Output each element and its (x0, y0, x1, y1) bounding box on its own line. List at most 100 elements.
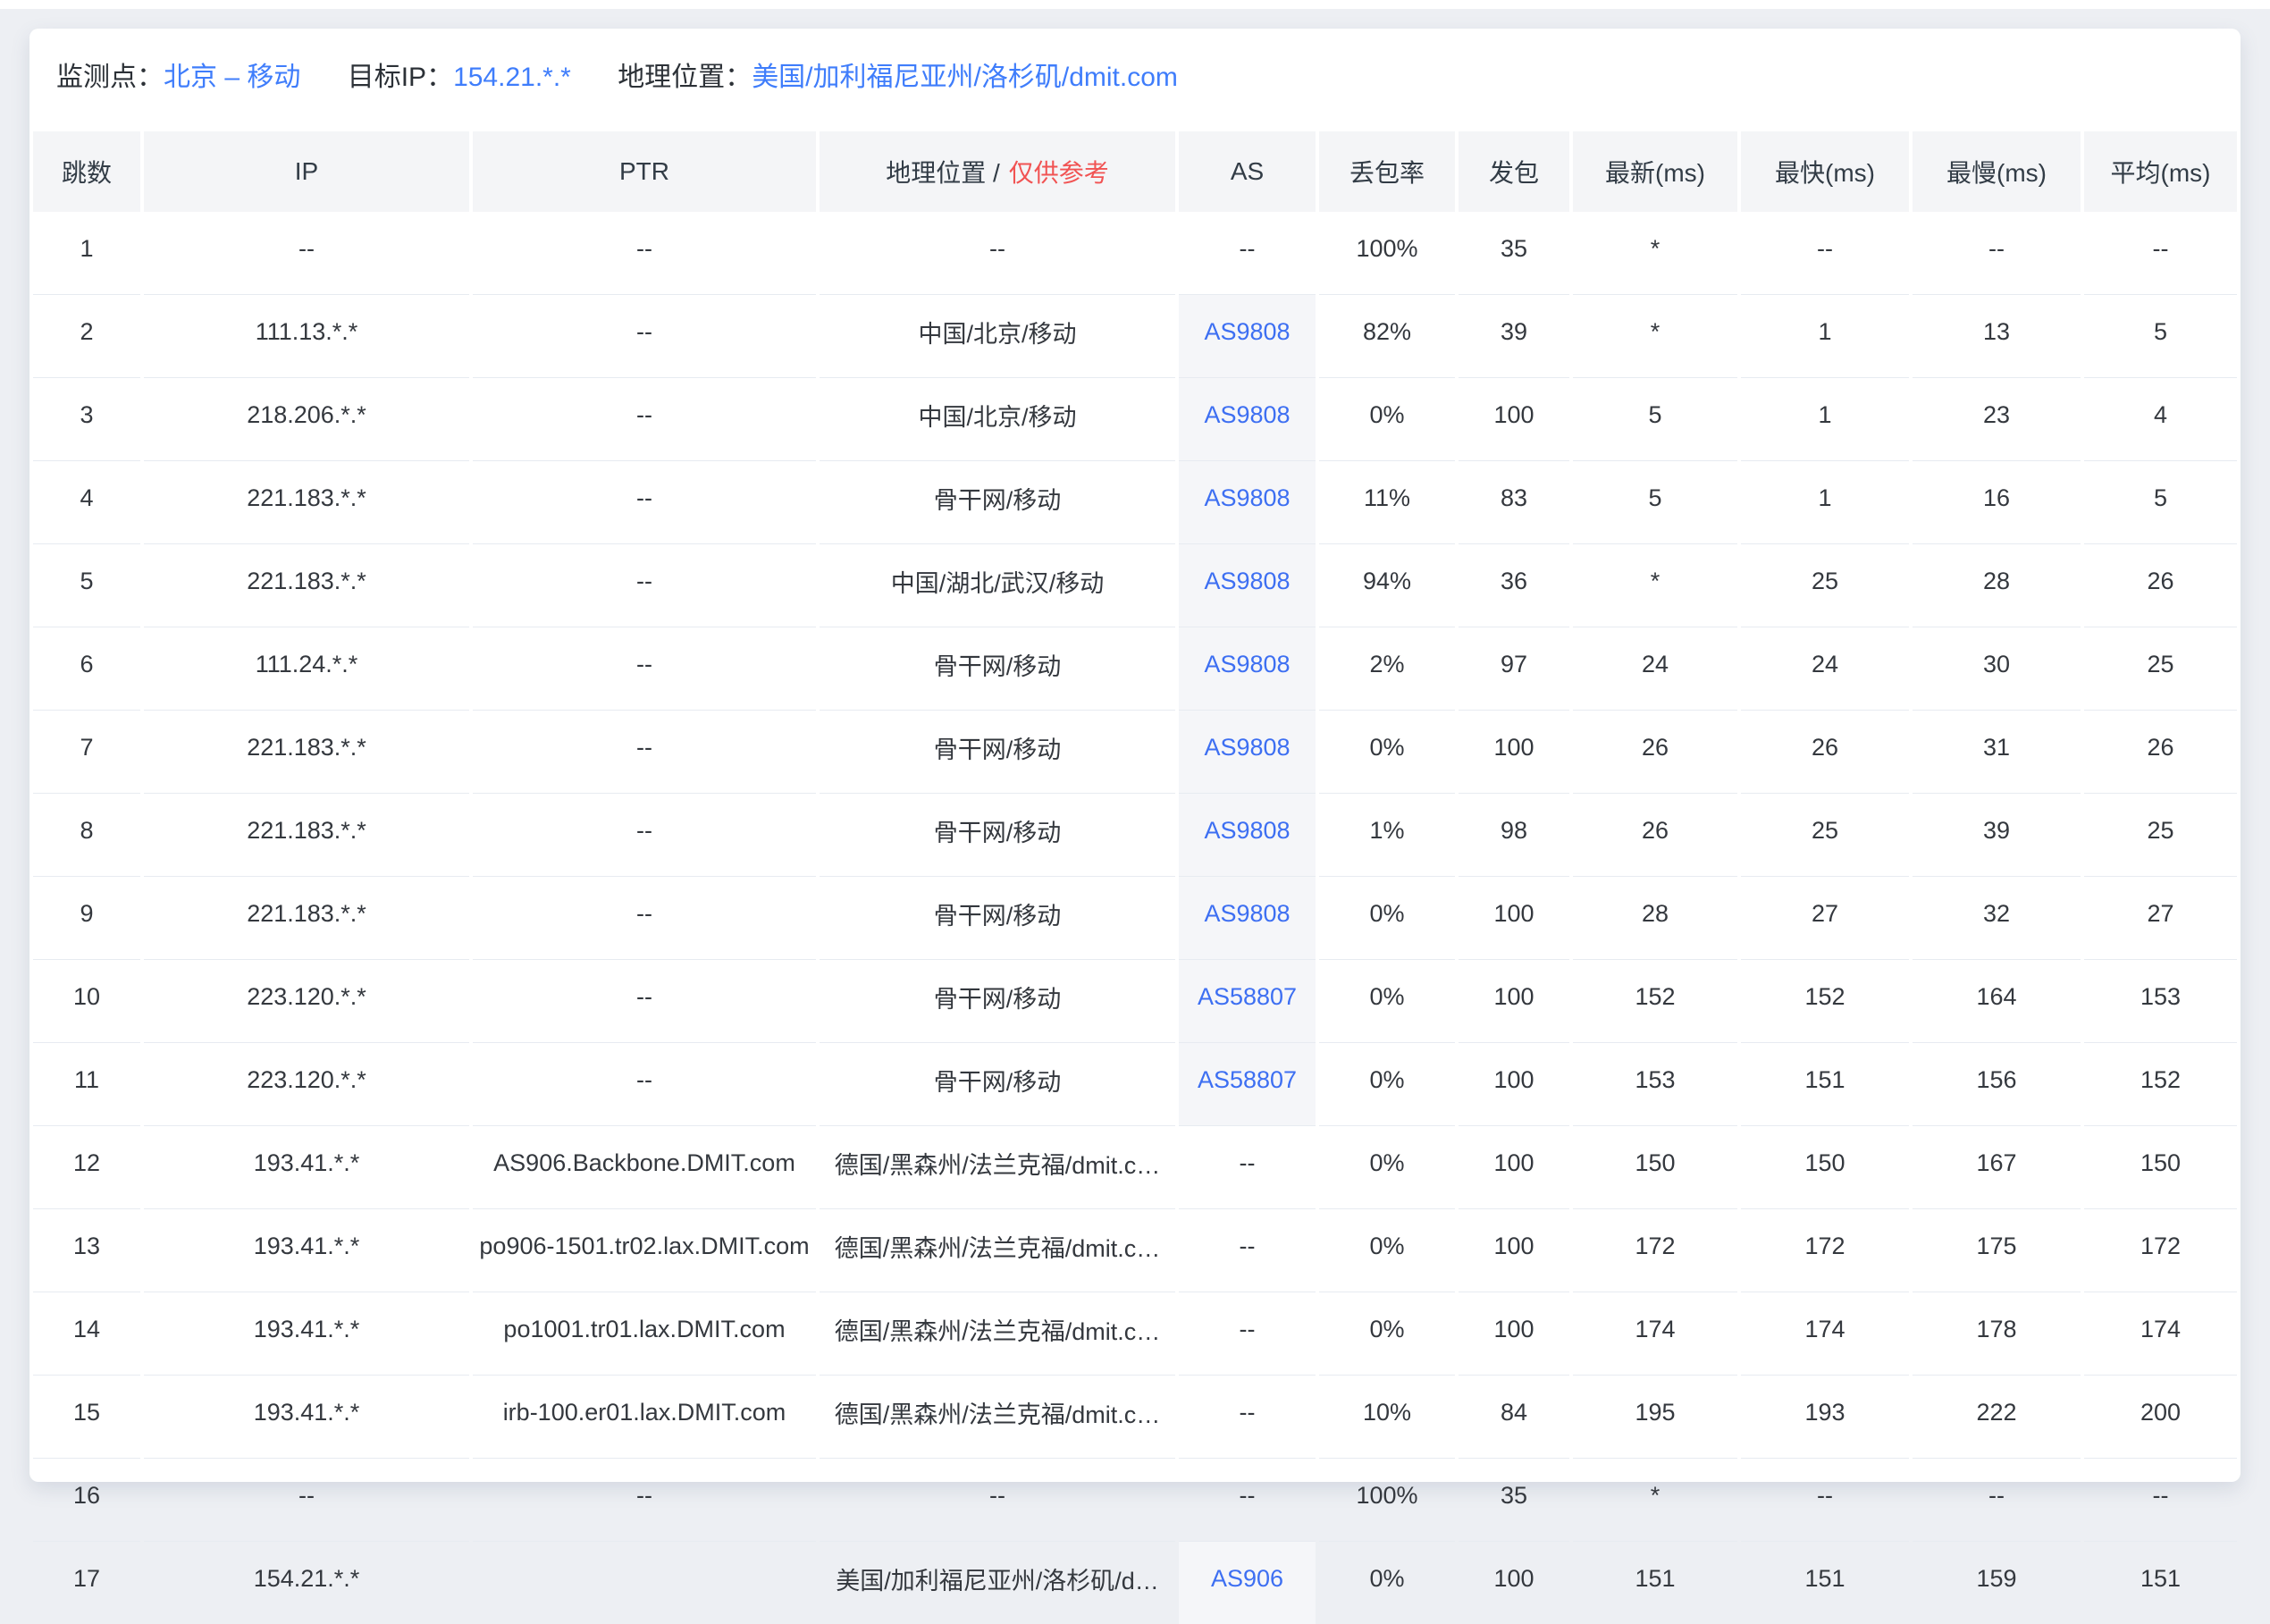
as-link[interactable]: AS9808 (1204, 484, 1290, 511)
latest-cell: 5 (1573, 461, 1737, 544)
latest-cell: 195 (1573, 1376, 1737, 1459)
avg-cell: 26 (2084, 711, 2237, 794)
as-cell: AS906 (1179, 1542, 1316, 1624)
latest-cell: 172 (1573, 1209, 1737, 1292)
slowest-cell: 222 (1913, 1376, 2081, 1459)
target-ip-link[interactable]: 154.21.*.* (453, 63, 571, 92)
sent-cell: 97 (1459, 627, 1569, 711)
table-row: 3 218.206.*.* -- 中国/北京/移动 AS9808 0% 100 5 1 23 4 (33, 378, 2237, 461)
sent-cell: 84 (1459, 1376, 1569, 1459)
ptr-cell: po1001.tr01.lax.DMIT.com (473, 1292, 816, 1376)
slowest-cell: 167 (1913, 1126, 2081, 1209)
slowest-cell: 175 (1913, 1209, 2081, 1292)
geo-location-link[interactable]: 美国/加利福尼亚州/洛杉矶/dmit.com (752, 63, 1178, 92)
latest-cell: 152 (1573, 960, 1737, 1043)
as-link[interactable]: AS9808 (1204, 900, 1290, 927)
fastest-cell: 25 (1741, 544, 1909, 627)
avg-cell: 25 (2084, 794, 2237, 877)
geo-cell: 德国/黑森州/法兰克福/dmit.c… (820, 1376, 1175, 1459)
geo-cell: 美国/加利福尼亚州/洛杉矶/d… (836, 1567, 1159, 1595)
as-cell: AS9808 (1179, 794, 1316, 877)
loss-cell: 11% (1319, 461, 1455, 544)
as-cell: AS9808 (1179, 461, 1316, 544)
ip-cell: 111.24.*.* (144, 627, 469, 711)
hop-cell: 6 (33, 627, 140, 711)
loss-cell: 0% (1319, 1209, 1455, 1292)
as-link[interactable]: AS906 (1211, 1565, 1283, 1592)
as-cell: -- (1179, 1459, 1316, 1542)
hop-cell: 12 (33, 1126, 140, 1209)
slowest-cell: 164 (1913, 960, 2081, 1043)
geo-cell: 骨干网/移动 (820, 877, 1175, 960)
as-link[interactable]: AS9808 (1204, 318, 1290, 345)
geo-location-group: 地理位置：美国/加利福尼亚州/洛杉矶/dmit.com (618, 63, 1178, 92)
avg-cell: 150 (2084, 1126, 2237, 1209)
ip-cell: 221.183.*.* (144, 461, 469, 544)
slowest-cell: 13 (1913, 295, 2081, 378)
latest-cell: 174 (1573, 1292, 1737, 1376)
latest-cell: * (1573, 295, 1737, 378)
latest-cell: * (1573, 212, 1737, 295)
as-link[interactable]: AS9808 (1204, 734, 1290, 761)
latest-cell: * (1573, 544, 1737, 627)
col-header-ptr: PTR (473, 131, 816, 212)
table-row: 11 223.120.*.* -- 骨干网/移动 AS58807 0% 100 153 151 1… (33, 1043, 2237, 1126)
avg-cell: -- (2084, 1459, 2237, 1542)
loss-cell: 94% (1319, 544, 1455, 627)
loss-cell: 2% (1319, 627, 1455, 711)
as-cell: -- (1179, 1376, 1316, 1459)
ip-cell: -- (144, 1459, 469, 1542)
monitor-point-link[interactable]: 北京 – 移动 (164, 63, 300, 92)
as-link[interactable]: AS9808 (1204, 401, 1290, 428)
slowest-cell: -- (1913, 1459, 2081, 1542)
as-cell: AS58807 (1179, 1043, 1316, 1126)
target-ip-label: 目标IP： (347, 63, 454, 92)
col-header-fastest: 最快(ms) (1741, 131, 1909, 212)
geo-cell: 骨干网/移动 (820, 711, 1175, 794)
loss-cell: 0% (1319, 1126, 1455, 1209)
monitor-point-group: 监测点：北京 – 移动 (56, 63, 300, 92)
table-row: 16 -- -- -- -- 100% 35 * -- -- -- (33, 1459, 2237, 1542)
avg-cell: 152 (2084, 1043, 2237, 1126)
avg-cell: 153 (2084, 960, 2237, 1043)
geo-cell: 骨干网/移动 (820, 794, 1175, 877)
hop-cell: 17 (72, 1564, 101, 1592)
fastest-cell: 25 (1741, 794, 1909, 877)
ip-cell: 221.183.*.* (144, 794, 469, 877)
as-cell: AS9808 (1179, 295, 1316, 378)
col-header-latest: 最新(ms) (1573, 131, 1737, 212)
ptr-cell: -- (473, 1043, 816, 1126)
ptr-cell: po906-1501.tr02.lax.DMIT.com (473, 1209, 816, 1292)
ptr-cell: -- (473, 461, 816, 544)
target-ip-group: 目标IP：154.21.*.* (348, 63, 571, 92)
hop-cell: 4 (33, 461, 140, 544)
ip-cell: 221.183.*.* (144, 711, 469, 794)
hop-cell: 14 (33, 1292, 140, 1376)
geo-cell: -- (820, 1459, 1175, 1542)
ptr-cell: -- (473, 627, 816, 711)
table-row: 2 111.13.*.* -- 中国/北京/移动 AS9808 82% 39 * 1 13 5 (33, 295, 2237, 378)
traceroute-table: 跳数 IP PTR 地理位置 / 仅供参考 AS 丢包率 发包 最新(ms) 最快… (29, 131, 2241, 1624)
hop-cell: 8 (33, 794, 140, 877)
ptr-cell: -- (473, 212, 816, 295)
as-link[interactable]: AS58807 (1198, 983, 1297, 1010)
geo-cell: 骨干网/移动 (820, 627, 1175, 711)
avg-cell: 5 (2084, 295, 2237, 378)
sent-cell: 100 (1459, 378, 1569, 461)
as-link[interactable]: AS9808 (1204, 651, 1290, 677)
ip-cell: 193.41.*.* (144, 1209, 469, 1292)
avg-cell: -- (2084, 212, 2237, 295)
loss-cell: 0% (1319, 960, 1455, 1043)
geo-cell: 骨干网/移动 (820, 1043, 1175, 1126)
table-row: 7 221.183.*.* -- 骨干网/移动 AS9808 0% 100 26 26 31 26 (33, 711, 2237, 794)
as-link[interactable]: AS9808 (1204, 817, 1290, 844)
ptr-cell: -- (473, 794, 816, 877)
geo-cell: 德国/黑森州/法兰克福/dmit.c… (820, 1126, 1175, 1209)
geo-cell: 德国/黑森州/法兰克福/dmit.c… (820, 1292, 1175, 1376)
table-header: 跳数 IP PTR 地理位置 / 仅供参考 AS 丢包率 发包 最新(ms) 最快… (33, 131, 2237, 212)
as-link[interactable]: AS9808 (1204, 568, 1290, 594)
avg-cell: 26 (2084, 544, 2237, 627)
table-row: 5 221.183.*.* -- 中国/湖北/武汉/移动 AS9808 94% 36 * 25 2… (33, 544, 2237, 627)
as-link[interactable]: AS58807 (1198, 1066, 1297, 1093)
sent-cell: 83 (1459, 461, 1569, 544)
